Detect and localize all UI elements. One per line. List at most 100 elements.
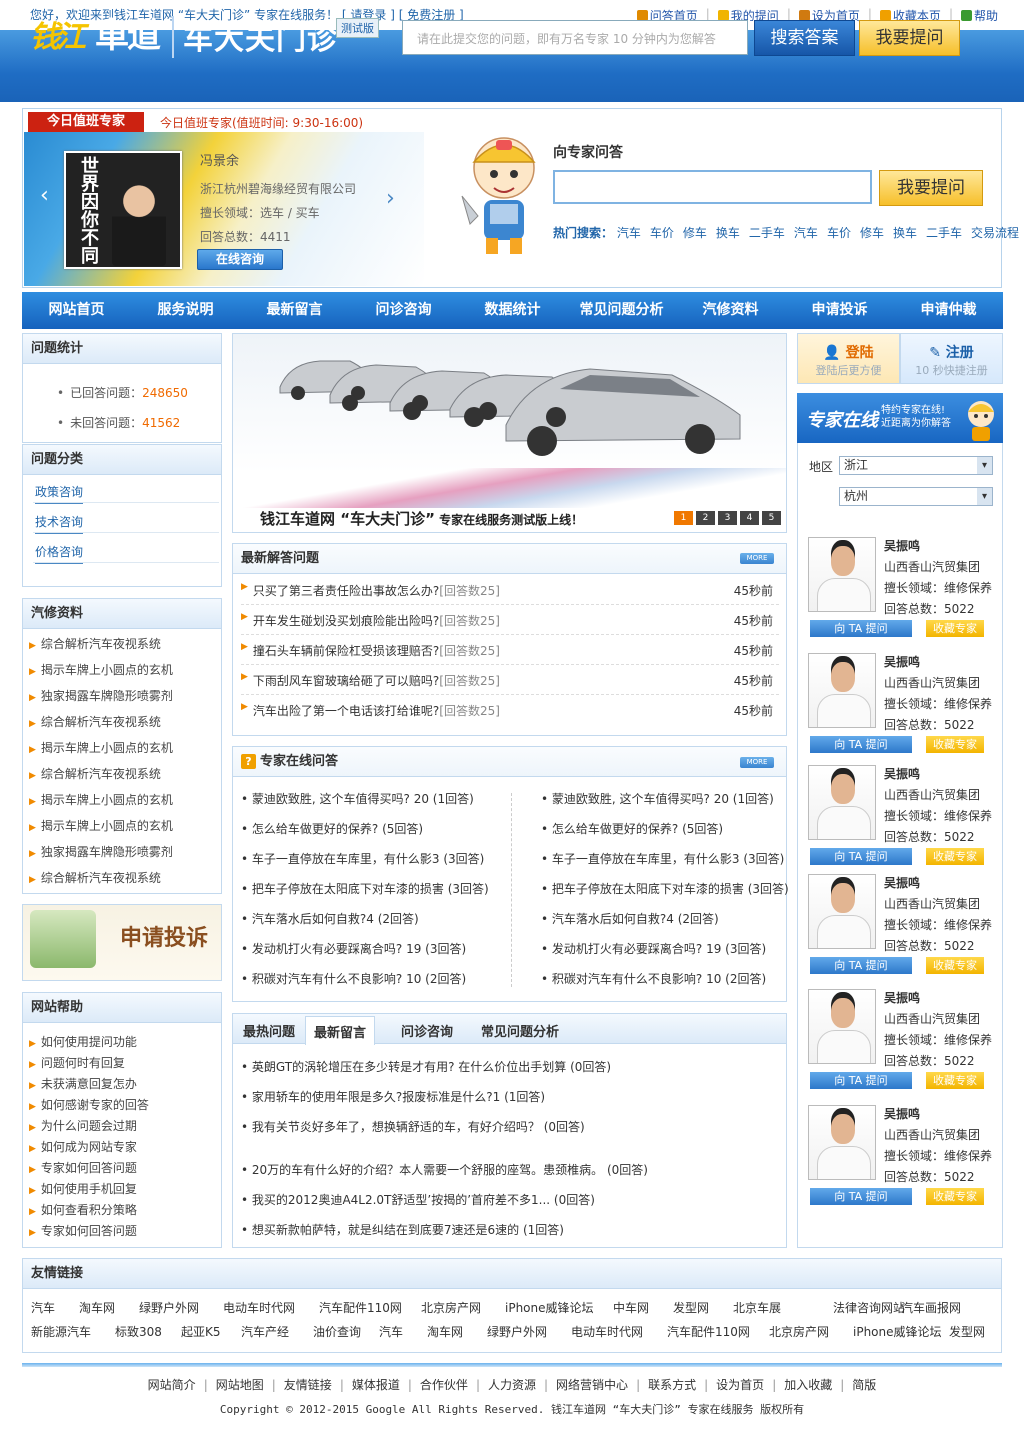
category-link[interactable]: 价格咨询	[35, 543, 84, 564]
list-item[interactable]: • 车子一直停放在车库里，有什么影3 (3回答)	[541, 850, 784, 867]
friend-link[interactable]: iPhone威锋论坛	[505, 1299, 594, 1316]
friend-link[interactable]: 汽车配件110网	[667, 1323, 750, 1340]
list-item[interactable]: ▶ 专家如何回答问题	[29, 1159, 137, 1176]
hot-search-item[interactable]: 二手车	[926, 226, 962, 240]
nav-item[interactable]: 最新留言	[240, 292, 349, 329]
ask-expert-button[interactable]: 向 TA 提问	[810, 736, 912, 753]
ask-expert-button[interactable]: 向 TA 提问	[810, 848, 912, 865]
list-item[interactable]: ▶ 揭示车牌上小圆点的玄机	[29, 739, 173, 756]
friend-link[interactable]: 电动车时代网	[571, 1323, 643, 1340]
list-item[interactable]: ▶ 如何感谢专家的回答	[29, 1096, 149, 1113]
footer-link[interactable]: 合作伙伴	[420, 1378, 468, 1392]
register-button[interactable]: ✎ 注册 10 秒快捷注册	[900, 333, 1003, 384]
footer-link[interactable]: 媒体报道	[352, 1378, 400, 1392]
footer-link[interactable]: 联系方式	[648, 1378, 696, 1392]
search-input[interactable]: 请在此提交您的问题，即有万名专家 10 分钟内为您解答	[402, 20, 748, 55]
friend-link[interactable]: iPhone威锋论坛	[853, 1323, 942, 1340]
banner-page-dot[interactable]: 3	[718, 511, 737, 525]
list-item[interactable]: ▶ 揭示车牌上小圆点的玄机	[29, 817, 173, 834]
friend-link[interactable]: 发型网	[673, 1299, 709, 1316]
list-item[interactable]: ▶ 专家如何回答问题	[29, 1222, 137, 1239]
list-item[interactable]: • 怎么给车做更好的保养? (5回答)	[541, 820, 723, 837]
top-link-4[interactable]: 帮助	[960, 7, 998, 24]
list-item[interactable]: • 汽车落水后如何自救?4 (2回答)	[541, 910, 719, 927]
friend-link[interactable]: 绿野户外网	[487, 1323, 547, 1340]
hot-search-item[interactable]: 修车	[683, 226, 707, 240]
friend-link[interactable]: 新能源汽车	[31, 1323, 91, 1340]
chevron-right-icon[interactable]: ›	[386, 186, 395, 211]
list-item[interactable]: • 蒙迪欧致胜, 这个车值得买吗? 20 (1回答)	[241, 790, 474, 807]
list-item[interactable]: ▶ 问题何时有回复	[29, 1054, 125, 1071]
favorite-expert-button[interactable]: 收藏专家	[926, 957, 984, 974]
nav-item[interactable]: 数据统计	[458, 292, 567, 329]
friend-link[interactable]: 北京房产网	[769, 1323, 829, 1340]
list-item[interactable]: ▶ 综合解析汽车夜视系统	[29, 635, 161, 652]
favorite-expert-button[interactable]: 收藏专家	[926, 1188, 984, 1205]
friend-link[interactable]: 淘车网	[79, 1299, 115, 1316]
ask-question-input[interactable]	[553, 170, 872, 204]
friend-link[interactable]: 中车网	[613, 1299, 649, 1316]
friend-link[interactable]: 绿野户外网	[139, 1299, 199, 1316]
logo-chedao[interactable]: 車道	[95, 8, 161, 57]
list-item[interactable]: • 我买的2012奥迪A4L2.0T舒适型’按揭的’首府差不多1... (0回答…	[241, 1191, 595, 1208]
table-row[interactable]: ▶ 只买了第三者责任险出事故怎么办?[回答数25] 45秒前	[241, 582, 773, 599]
friend-link[interactable]: 汽车配件110网	[319, 1299, 402, 1316]
friend-link[interactable]: 起亚K5	[181, 1323, 221, 1340]
category-link[interactable]: 政策咨询	[35, 483, 84, 504]
list-item[interactable]: • 发动机打火有必要踩离合吗? 19 (3回答)	[541, 940, 766, 957]
friend-link[interactable]: 发型网	[949, 1323, 985, 1340]
list-item[interactable]: ▶ 揭示车牌上小圆点的玄机	[29, 791, 173, 808]
table-row[interactable]: ▶ 汽车出险了第一个电话该打给谁呢?[回答数25] 45秒前	[241, 702, 773, 719]
category-link[interactable]: 技术咨询	[35, 513, 84, 534]
list-item[interactable]: ▶ 如何使用手机回复	[29, 1180, 137, 1197]
friend-link[interactable]: 法律咨询网站	[833, 1299, 905, 1316]
online-consult-button[interactable]: 在线咨询	[197, 249, 283, 270]
city-select[interactable]: 杭州	[839, 487, 993, 506]
favorite-expert-button[interactable]: 收藏专家	[926, 848, 984, 865]
nav-item[interactable]: 服务说明	[131, 292, 240, 329]
ask-expert-button[interactable]: 向 TA 提问	[810, 1072, 912, 1089]
friend-link[interactable]: 标致308	[115, 1323, 162, 1340]
tab-1[interactable]: 最新留言	[305, 1016, 376, 1045]
hot-search-item[interactable]: 换车	[893, 226, 917, 240]
footer-link[interactable]: 简版	[852, 1378, 876, 1392]
nav-item[interactable]: 申请投诉	[785, 292, 894, 329]
list-item[interactable]: • 怎么给车做更好的保养? (5回答)	[241, 820, 423, 837]
list-item[interactable]: ▶ 如何查看积分策略	[29, 1201, 137, 1218]
banner-page-dot[interactable]: 2	[696, 511, 715, 525]
friend-link[interactable]: 油价查询	[313, 1323, 361, 1340]
list-item[interactable]: • 发动机打火有必要踩离合吗? 19 (3回答)	[241, 940, 466, 957]
hot-search-item[interactable]: 修车	[860, 226, 884, 240]
banner-page-dot[interactable]: 1	[674, 511, 693, 525]
favorite-expert-button[interactable]: 收藏专家	[926, 1072, 984, 1089]
hot-search-item[interactable]: 车价	[827, 226, 851, 240]
tab-3[interactable]: 常见问题分析	[481, 1021, 559, 1040]
list-item[interactable]: ▶ 综合解析汽车夜视系统	[29, 713, 161, 730]
footer-link[interactable]: 人力资源	[488, 1378, 536, 1392]
tab-0[interactable]: 最热问题	[243, 1021, 295, 1040]
hot-search-item[interactable]: 汽车	[794, 226, 818, 240]
hot-search-item[interactable]: 汽车	[617, 226, 641, 240]
list-item[interactable]: ▶ 如何成为网站专家	[29, 1138, 137, 1155]
list-item[interactable]: • 车子一直停放在车库里，有什么影3 (3回答)	[241, 850, 484, 867]
nav-item[interactable]: 网站首页	[22, 292, 131, 329]
nav-item[interactable]: 申请仲裁	[894, 292, 1003, 329]
list-item[interactable]: • 英朗GT的涡轮增压在多少转是才有用? 在什么价位出手划算 (0回答)	[241, 1058, 611, 1075]
tab-2[interactable]: 问诊咨询	[401, 1021, 453, 1040]
list-item[interactable]: ▶ 综合解析汽车夜视系统	[29, 869, 161, 886]
banner-page-dot[interactable]: 5	[762, 511, 781, 525]
footer-link[interactable]: 网站地图	[216, 1378, 264, 1392]
list-item[interactable]: ▶ 揭示车牌上小圆点的玄机	[29, 661, 173, 678]
list-item[interactable]: • 把车子停放在太阳底下对车漆的损害 (3回答)	[541, 880, 789, 897]
footer-link[interactable]: 网络营销中心	[556, 1378, 628, 1392]
province-select[interactable]: 浙江	[839, 456, 993, 475]
hot-search-item[interactable]: 二手车	[749, 226, 785, 240]
ask-expert-button[interactable]: 向 TA 提问	[810, 1188, 912, 1205]
footer-link[interactable]: 网站简介	[148, 1378, 196, 1392]
friend-link[interactable]: 淘车网	[427, 1323, 463, 1340]
ask-question-button[interactable]: 我要提问	[859, 20, 960, 56]
hot-search-item[interactable]: 车价	[650, 226, 674, 240]
list-item[interactable]: ▶ 独家揭露车牌隐形喷雾剂	[29, 843, 173, 860]
nav-item[interactable]: 问诊咨询	[349, 292, 458, 329]
footer-link[interactable]: 友情链接	[284, 1378, 332, 1392]
